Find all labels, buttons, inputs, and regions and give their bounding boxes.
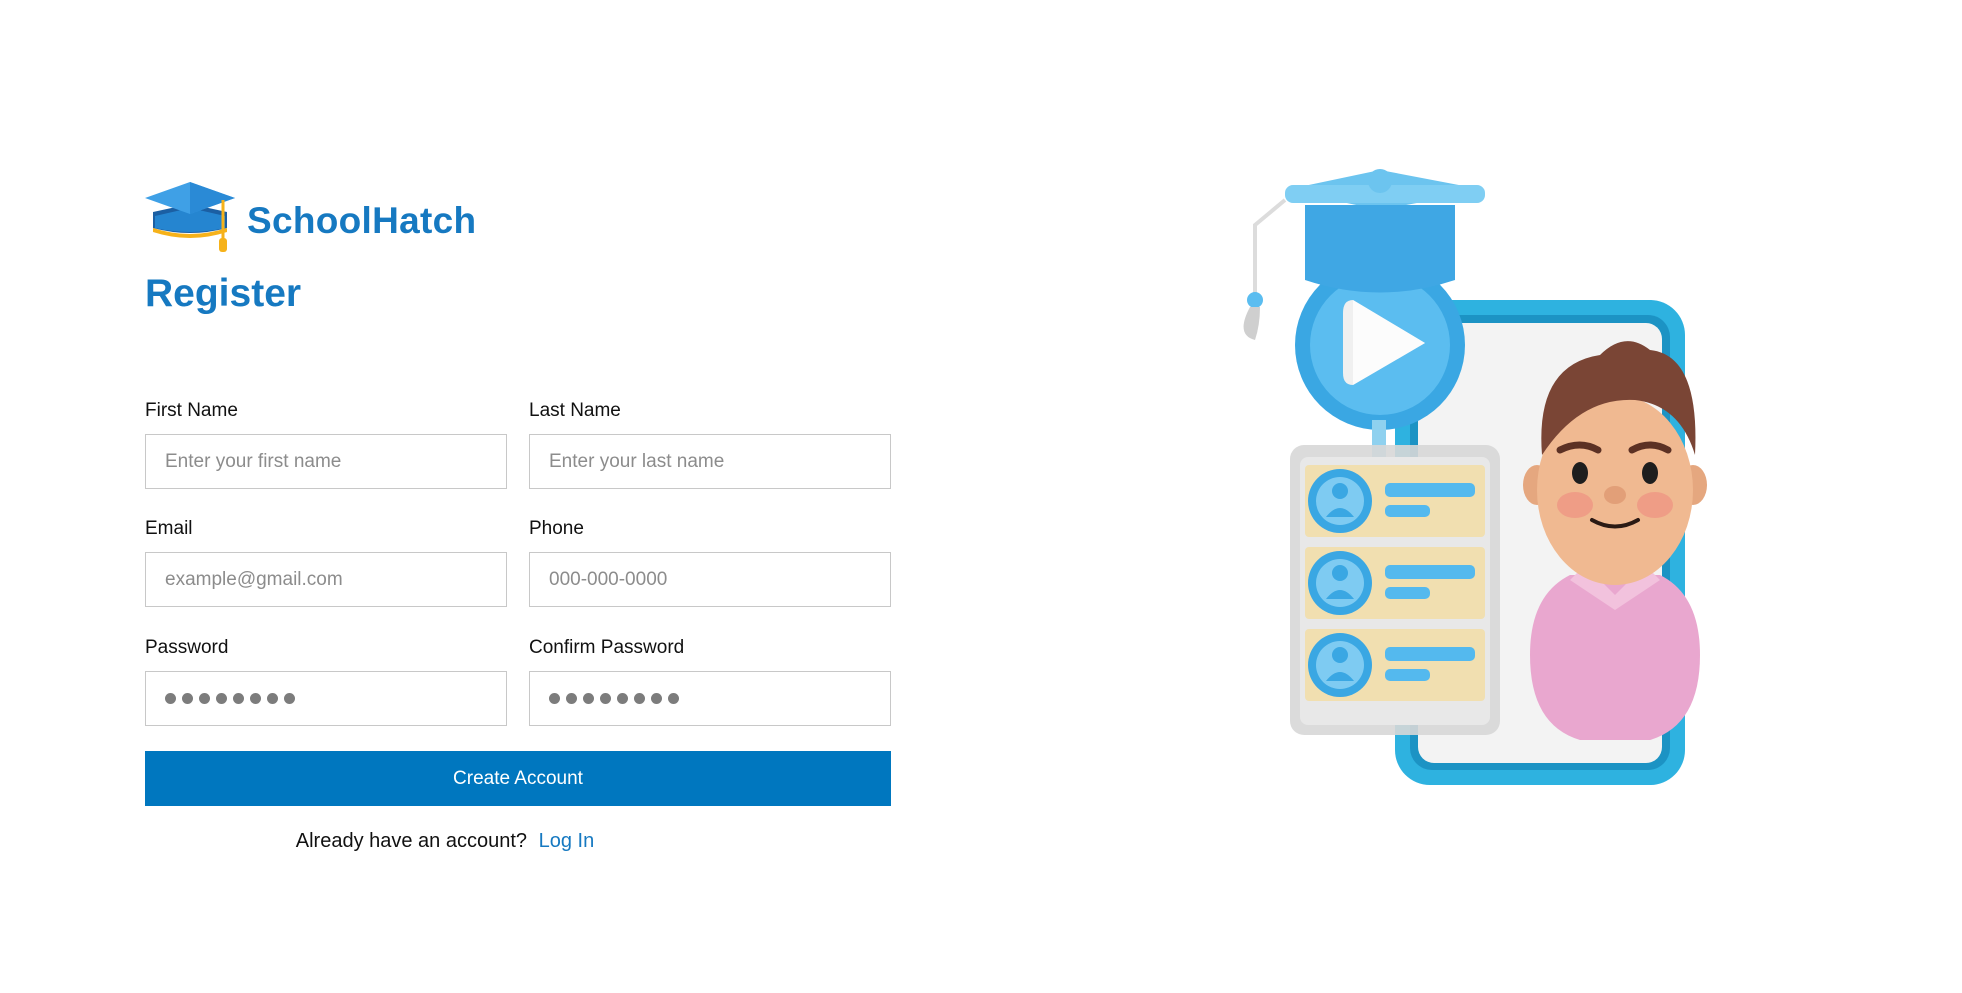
create-account-button[interactable]: Create Account: [145, 751, 891, 806]
phone-label: Phone: [529, 518, 584, 539]
last-name-input[interactable]: [549, 450, 871, 473]
e-learning-illustration: [1240, 165, 1760, 805]
email-input[interactable]: [165, 568, 487, 591]
signin-prompt-text: Already have an account?: [295, 830, 528, 852]
login-link[interactable]: Log In: [539, 830, 595, 852]
email-label: Email: [145, 518, 193, 539]
email-box[interactable]: [145, 552, 507, 607]
graduation-cap-icon: [145, 182, 235, 260]
confirm-password-label: Confirm Password: [529, 637, 685, 658]
first-name-label: First Name: [145, 400, 238, 421]
password-field: Password: [145, 635, 507, 726]
email-field: Email: [145, 516, 507, 607]
phone-field: Phone: [529, 516, 891, 607]
password-input[interactable]: [145, 671, 507, 726]
last-name-box[interactable]: [529, 434, 891, 489]
first-name-box[interactable]: [145, 434, 507, 489]
signin-prompt: Already have an account? Log In: [145, 830, 745, 853]
last-name-label: Last Name: [529, 400, 621, 421]
password-label: Password: [145, 637, 229, 658]
brand-name: SchoolHatch: [247, 200, 477, 241]
page-title: Register: [145, 272, 302, 315]
last-name-field: Last Name: [529, 398, 891, 489]
password-mask: [165, 693, 295, 704]
confirm-password-field: Confirm Password: [529, 635, 891, 726]
brand-header: SchoolHatch: [145, 182, 476, 260]
phone-box[interactable]: [529, 552, 891, 607]
first-name-input[interactable]: [165, 450, 487, 473]
confirm-password-mask: [549, 693, 679, 704]
first-name-field: First Name: [145, 398, 507, 489]
confirm-password-input[interactable]: [529, 671, 891, 726]
phone-input[interactable]: [549, 568, 871, 591]
